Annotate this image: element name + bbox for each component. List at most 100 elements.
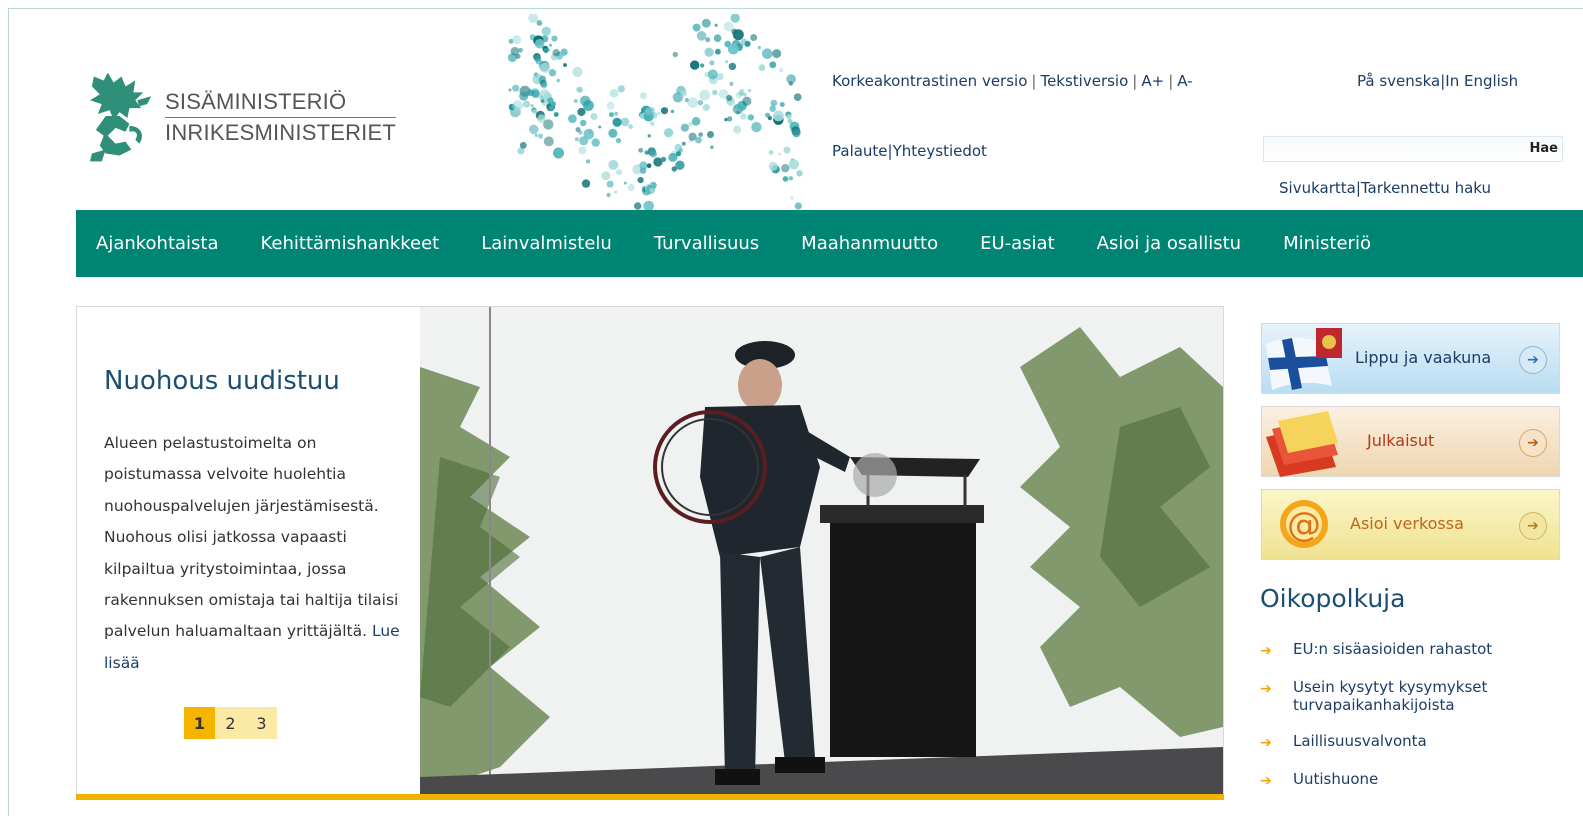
decorative-dot — [617, 85, 625, 93]
decorative-dot — [649, 121, 655, 127]
decorative-dot — [620, 117, 630, 127]
nav-item-news[interactable]: Ajankohtaista — [96, 233, 219, 254]
decorative-dot — [615, 138, 622, 144]
decorative-dot — [773, 110, 784, 122]
decorative-dot — [788, 159, 799, 170]
shortcuts-list: ➔ EU:n sisäasioiden rahastot ➔ Usein kysyt… — [1260, 640, 1560, 808]
decorative-dot — [769, 105, 776, 112]
swedish-link[interactable]: På svenska — [1357, 72, 1440, 90]
decorative-dot — [712, 89, 718, 96]
decorative-dot — [551, 35, 558, 42]
decorative-dot — [519, 141, 527, 149]
nav-item-projects[interactable]: Kehittämishankkeet — [261, 233, 440, 254]
font-larger-link[interactable]: A+ — [1141, 72, 1164, 90]
decorative-dot — [560, 48, 568, 56]
feedback-link[interactable]: Palaute — [832, 142, 888, 160]
decorative-dot — [727, 43, 739, 55]
sitemap-link[interactable]: Sivukartta — [1279, 179, 1356, 197]
decorative-dot — [601, 171, 611, 181]
decorative-dot — [530, 104, 534, 108]
decorative-dot — [707, 69, 718, 80]
banner-online-label: Asioi verkossa — [1350, 514, 1464, 533]
decorative-dot — [606, 101, 615, 110]
decorative-dot — [792, 128, 801, 138]
decorative-dot — [786, 74, 796, 84]
nav-item-eu[interactable]: EU-asiat — [980, 233, 1055, 254]
decorative-dot — [700, 63, 705, 68]
decorative-dot — [585, 159, 591, 164]
decorative-dot — [543, 119, 554, 130]
decorative-dot — [548, 69, 557, 77]
accessibility-links: Korkeakontrastinen versio | Tekstiversio | A… — [832, 72, 1193, 90]
decorative-dot — [705, 37, 711, 43]
decorative-dot — [660, 107, 669, 115]
decorative-dot — [639, 167, 647, 174]
banner-publications[interactable]: Julkaisut ➔ — [1261, 406, 1560, 477]
text-version-link[interactable]: Tekstiversio — [1040, 72, 1128, 90]
search-input[interactable]: Hae — [1263, 136, 1563, 162]
pager-page-3[interactable]: 3 — [246, 707, 277, 739]
decorative-dot — [614, 111, 619, 116]
nav-item-participate[interactable]: Asioi ja osallistu — [1097, 233, 1241, 254]
decorative-dot — [695, 136, 702, 144]
decorative-dot — [687, 97, 699, 109]
decorative-dot — [638, 147, 644, 153]
decorative-dot — [681, 141, 686, 146]
feedback-links: Palaute|Yhteystiedot — [832, 142, 987, 160]
decorative-dot — [641, 109, 646, 113]
shortcut-label: Usein kysytyt kysymykset turvapaikanhaki… — [1293, 678, 1488, 714]
banner-flag-label: Lippu ja vaakuna — [1355, 348, 1492, 367]
decorative-dot — [608, 159, 619, 170]
shortcut-label: EU:n sisäasioiden rahastot — [1293, 640, 1493, 658]
decorative-dot — [590, 113, 598, 120]
decorative-dot — [691, 117, 701, 126]
decorative-dot — [606, 180, 614, 188]
decorative-dot — [512, 35, 522, 45]
pager-page-2[interactable]: 2 — [215, 707, 246, 739]
nav-item-ministry[interactable]: Ministeriö — [1283, 233, 1371, 254]
shortcut-label: Laillisuusvalvonta — [1293, 732, 1427, 750]
decorative-dot — [548, 43, 553, 47]
shortcut-item[interactable]: ➔ Usein kysytyt kysymykset turvapaikanhak… — [1260, 678, 1560, 714]
shortcut-item[interactable]: ➔ EU:n sisäasioiden rahastot — [1260, 640, 1560, 660]
advanced-search-link[interactable]: Tarkennettu haku — [1361, 179, 1491, 197]
decorative-dot — [508, 88, 512, 92]
high-contrast-link[interactable]: Korkeakontrastinen versio — [832, 72, 1027, 90]
decorative-dot — [748, 89, 752, 93]
decorative-dot — [650, 150, 658, 158]
search-button[interactable]: Hae — [1530, 141, 1558, 156]
contact-link[interactable]: Yhteystiedot — [893, 142, 987, 160]
chimney-sweep-photo[interactable] — [420, 307, 1223, 794]
feature-title[interactable]: Nuohous uudistuu — [104, 366, 340, 396]
decorative-dot — [664, 128, 674, 138]
english-link[interactable]: In English — [1445, 72, 1518, 90]
logo-text: SISÄMINISTERIÖ INRIKESMINISTERIET — [165, 87, 396, 148]
arrow-icon: ➔ — [1260, 643, 1272, 659]
pager-page-1[interactable]: 1 — [184, 707, 215, 739]
decorative-dot — [761, 48, 773, 59]
nav-item-immigration[interactable]: Maahanmuutto — [801, 233, 938, 254]
decorative-dot — [518, 47, 523, 53]
decorative-dot — [552, 49, 560, 57]
site-links: Sivukartta|Tarkennettu haku — [1279, 179, 1492, 197]
decorative-dot — [675, 151, 682, 157]
decorative-dot — [640, 92, 647, 100]
decorative-dot — [614, 190, 618, 194]
banner-flag-and-coat[interactable]: Lippu ja vaakuna ➔ — [1261, 323, 1560, 394]
decorative-dot — [645, 107, 653, 116]
shortcut-item[interactable]: ➔ Laillisuusvalvonta — [1260, 732, 1560, 752]
decorative-dot — [536, 20, 543, 26]
decorative-dot — [751, 121, 762, 133]
decorative-dot — [788, 176, 794, 181]
decorative-dot — [707, 131, 714, 138]
ministry-logo[interactable]: SISÄMINISTERIÖ INRIKESMINISTERIET — [86, 70, 396, 165]
decorative-dot — [528, 124, 539, 135]
font-smaller-link[interactable]: A- — [1177, 72, 1192, 90]
nav-item-security[interactable]: Turvallisuus — [654, 233, 759, 254]
nav-item-legislation[interactable]: Lainvalmistelu — [481, 233, 612, 254]
arrow-right-icon: ➔ — [1519, 346, 1547, 374]
decorative-dot — [696, 31, 707, 41]
banner-online-services[interactable]: @ Asioi verkossa ➔ — [1261, 489, 1560, 560]
shortcut-item[interactable]: ➔ Uutishuone — [1260, 770, 1560, 790]
feature-text: Alueen pelastustoimelta on poistumassa v… — [104, 428, 404, 679]
